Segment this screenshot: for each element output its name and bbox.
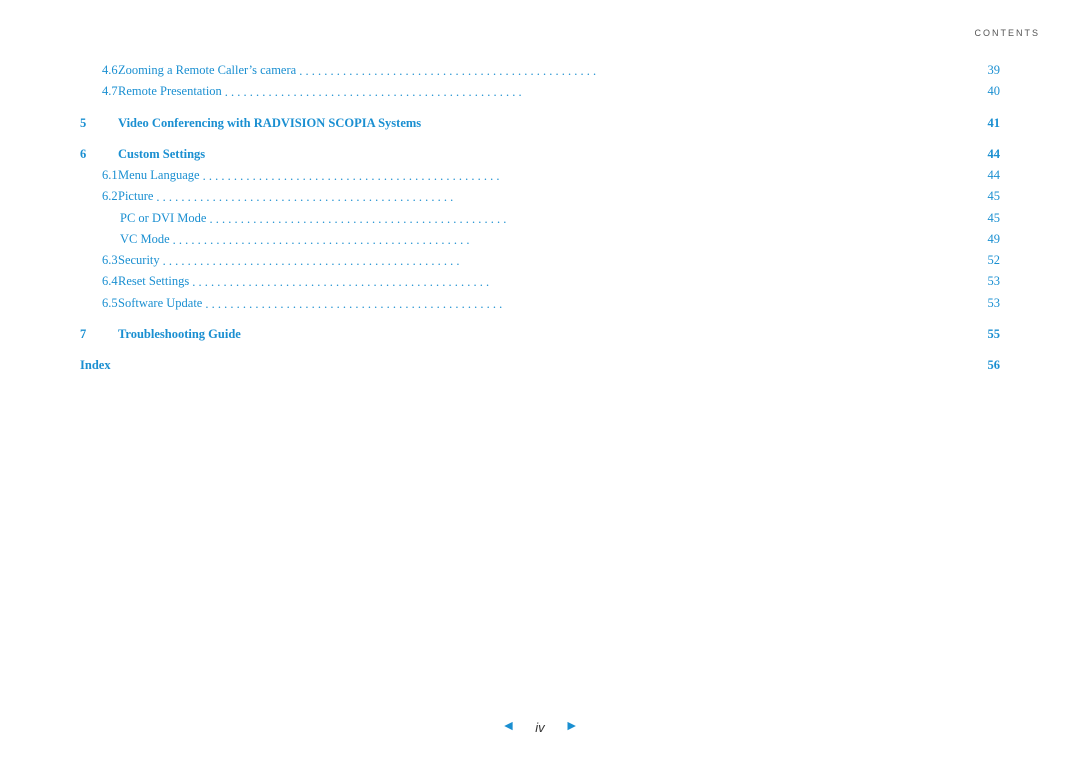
toc-entry-num: 6.5 — [80, 293, 118, 314]
toc-entry-num: 6 — [80, 144, 118, 165]
toc-entry-dots: . . . . . . . . . . . . . . . . . . . . … — [209, 209, 967, 230]
toc-list: 4.6Zooming a Remote Caller’s camera . . … — [80, 60, 1000, 376]
page-number: iv — [535, 720, 544, 735]
toc-entry-title: PC or DVI Mode — [120, 208, 206, 229]
toc-entry-page: 45 — [970, 186, 1000, 207]
toc-entry-title: Troubleshooting Guide — [118, 324, 241, 345]
toc-entry-page: 45 — [970, 208, 1000, 229]
page-footer: ◄ iv ► — [0, 719, 1080, 735]
toc-row[interactable]: 6.4Reset Settings . . . . . . . . . . . … — [80, 271, 1000, 292]
toc-entry-num: Index — [80, 355, 118, 376]
toc-entry-page: 39 — [970, 60, 1000, 81]
toc-entry-num: 4.6 — [80, 60, 118, 81]
toc-entry-dots: . . . . . . . . . . . . . . . . . . . . … — [156, 187, 967, 208]
toc-entry-dots: . . . . . . . . . . . . . . . . . . . . … — [192, 272, 967, 293]
toc-entry-num: 4.7 — [80, 81, 118, 102]
next-page-button[interactable]: ► — [565, 719, 579, 735]
toc-entry-dots: . . . . . . . . . . . . . . . . . . . . … — [163, 251, 967, 272]
toc-entry-title: Security — [118, 250, 160, 271]
toc-entry-num: 6.3 — [80, 250, 118, 271]
toc-entry-title: Custom Settings — [118, 144, 205, 165]
toc-entry-title: Remote Presentation — [118, 81, 222, 102]
toc-entry-title: VC Mode — [120, 229, 170, 250]
toc-row[interactable]: 6.2Picture . . . . . . . . . . . . . . .… — [80, 186, 1000, 207]
toc-entry-title: Software Update — [118, 293, 202, 314]
toc-entry-page: 41 — [970, 113, 1000, 134]
toc-entry-page: 52 — [970, 250, 1000, 271]
toc-entry-page: 44 — [970, 144, 1000, 165]
toc-entry-title: Picture — [118, 186, 153, 207]
toc-entry-title: Reset Settings — [118, 271, 189, 292]
toc-container: 4.6Zooming a Remote Caller’s camera . . … — [80, 60, 1000, 376]
toc-row[interactable]: Index 56 — [80, 355, 1000, 376]
toc-row[interactable]: VC Mode . . . . . . . . . . . . . . . . … — [80, 229, 1000, 250]
toc-row[interactable]: 6.5Software Update . . . . . . . . . . .… — [80, 293, 1000, 314]
toc-entry-page: 49 — [970, 229, 1000, 250]
toc-entry-title: Video Conferencing with RADVISION SCOPIA… — [118, 113, 421, 134]
toc-spacer — [80, 103, 1000, 113]
toc-entry-title: Menu Language — [118, 165, 200, 186]
toc-entry-num: 6.1 — [80, 165, 118, 186]
toc-entry-dots: . . . . . . . . . . . . . . . . . . . . … — [299, 61, 967, 82]
toc-row[interactable]: 6.3Security . . . . . . . . . . . . . . … — [80, 250, 1000, 271]
prev-page-button[interactable]: ◄ — [501, 719, 515, 735]
toc-entry-num: 6.4 — [80, 271, 118, 292]
toc-row[interactable]: 4.6Zooming a Remote Caller’s camera . . … — [80, 60, 1000, 81]
toc-entry-dots: . . . . . . . . . . . . . . . . . . . . … — [203, 166, 967, 187]
toc-entry-page: 53 — [970, 271, 1000, 292]
toc-entry-page: 40 — [970, 81, 1000, 102]
toc-row[interactable]: 7Troubleshooting Guide 55 — [80, 324, 1000, 345]
toc-entry-dots: . . . . . . . . . . . . . . . . . . . . … — [173, 230, 967, 251]
toc-row[interactable]: 5Video Conferencing with RADVISION SCOPI… — [80, 113, 1000, 134]
toc-entry-page: 44 — [970, 165, 1000, 186]
toc-entry-num: 6.2 — [80, 186, 118, 207]
toc-row[interactable]: 4.7Remote Presentation . . . . . . . . .… — [80, 81, 1000, 102]
toc-row[interactable]: PC or DVI Mode . . . . . . . . . . . . .… — [80, 208, 1000, 229]
toc-entry-page: 53 — [970, 293, 1000, 314]
toc-spacer — [80, 314, 1000, 324]
toc-spacer — [80, 345, 1000, 355]
contents-label: CONTENTS — [975, 28, 1041, 38]
toc-row[interactable]: 6.1Menu Language . . . . . . . . . . . .… — [80, 165, 1000, 186]
toc-entry-page: 56 — [970, 355, 1000, 376]
toc-entry-num: 5 — [80, 113, 118, 134]
toc-entry-num: 7 — [80, 324, 118, 345]
toc-entry-title: Zooming a Remote Caller’s camera — [118, 60, 296, 81]
toc-spacer — [80, 134, 1000, 144]
toc-entry-dots: . . . . . . . . . . . . . . . . . . . . … — [205, 294, 967, 315]
toc-entry-page: 55 — [970, 324, 1000, 345]
toc-entry-dots: . . . . . . . . . . . . . . . . . . . . … — [225, 82, 967, 103]
toc-row[interactable]: 6Custom Settings 44 — [80, 144, 1000, 165]
